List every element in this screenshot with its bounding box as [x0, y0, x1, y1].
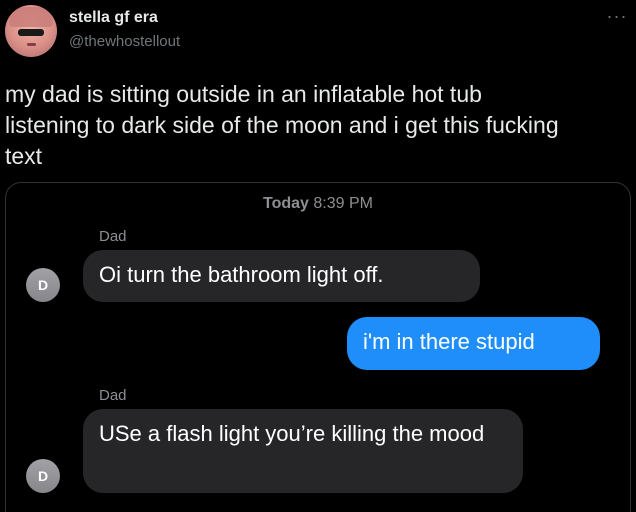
sender-name: Dad [99, 228, 127, 245]
timestamp-day: Today [263, 195, 309, 212]
contact-avatar: D [26, 268, 60, 302]
message-timestamp: Today 8:39 PM [6, 195, 630, 213]
avatar[interactable] [5, 5, 57, 57]
tweet-text: my dad is sitting outside in an inflatab… [5, 81, 559, 169]
more-horizontal-icon[interactable]: ··· [605, 7, 629, 29]
sender-name: Dad [99, 387, 127, 404]
user-handle[interactable]: @thewhostellout [69, 33, 180, 50]
avatar-sunglasses [18, 29, 44, 36]
tweet-media-screenshot[interactable]: Today 8:39 PM Dad Oi turn the bathroom l… [5, 182, 631, 512]
outgoing-message-bubble: i'm in there stupid [347, 317, 600, 370]
avatar-hair [9, 7, 53, 27]
avatar-mouth [27, 43, 36, 46]
display-name[interactable]: stella gf era [69, 9, 158, 27]
incoming-message-bubble: USe a flash light you’re killing the moo… [83, 409, 523, 493]
timestamp-time: 8:39 PM [313, 195, 373, 212]
incoming-message-bubble: Oi turn the bathroom light off. [83, 250, 480, 302]
contact-avatar: D [26, 459, 60, 493]
